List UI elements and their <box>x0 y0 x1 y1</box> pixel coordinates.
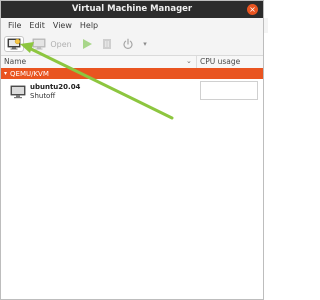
column-divider <box>196 56 197 68</box>
vm-monitor-icon <box>10 85 26 99</box>
menu-edit[interactable]: Edit <box>25 21 49 30</box>
menu-bar: File Edit View Help <box>0 18 268 33</box>
open-button[interactable]: Open <box>32 36 72 52</box>
close-button[interactable]: × <box>247 4 258 15</box>
sort-chevron-icon: ⌄ <box>186 57 192 65</box>
monitor-icon <box>32 38 46 50</box>
connection-label: QEMU/KVM <box>10 69 49 78</box>
new-vm-icon <box>7 38 21 50</box>
window-title: Virtual Machine Manager <box>71 4 193 14</box>
vm-status: Shutoff <box>30 92 56 100</box>
title-bar: Virtual Machine Manager × <box>0 0 264 18</box>
column-name[interactable]: Name <box>4 57 26 66</box>
pause-button[interactable] <box>101 36 113 52</box>
column-cpu-usage[interactable]: CPU usage <box>200 57 240 66</box>
new-vm-button[interactable] <box>4 36 24 52</box>
shutdown-button[interactable] <box>120 36 136 52</box>
toolbar: Open ▾ <box>0 33 264 56</box>
play-icon <box>83 39 92 49</box>
shutdown-dropdown-button[interactable]: ▾ <box>140 36 150 52</box>
open-label: Open <box>50 39 72 49</box>
menu-help[interactable]: Help <box>76 21 102 30</box>
cpu-usage-graph <box>200 81 258 100</box>
chevron-down-icon: ▾ <box>143 40 147 48</box>
app-window: Virtual Machine Manager × File Edit View… <box>0 0 268 300</box>
power-icon <box>123 38 133 49</box>
menu-file[interactable]: File <box>4 21 25 30</box>
run-button[interactable] <box>80 36 94 52</box>
vm-name: ubuntu20.04 <box>30 83 81 91</box>
pause-icon <box>103 39 111 49</box>
expand-arrow-icon[interactable]: ▾ <box>4 70 7 77</box>
column-header: Name ⌄ CPU usage <box>0 56 264 68</box>
menu-view[interactable]: View <box>49 21 76 30</box>
connection-row[interactable]: ▾ QEMU/KVM <box>0 68 264 79</box>
